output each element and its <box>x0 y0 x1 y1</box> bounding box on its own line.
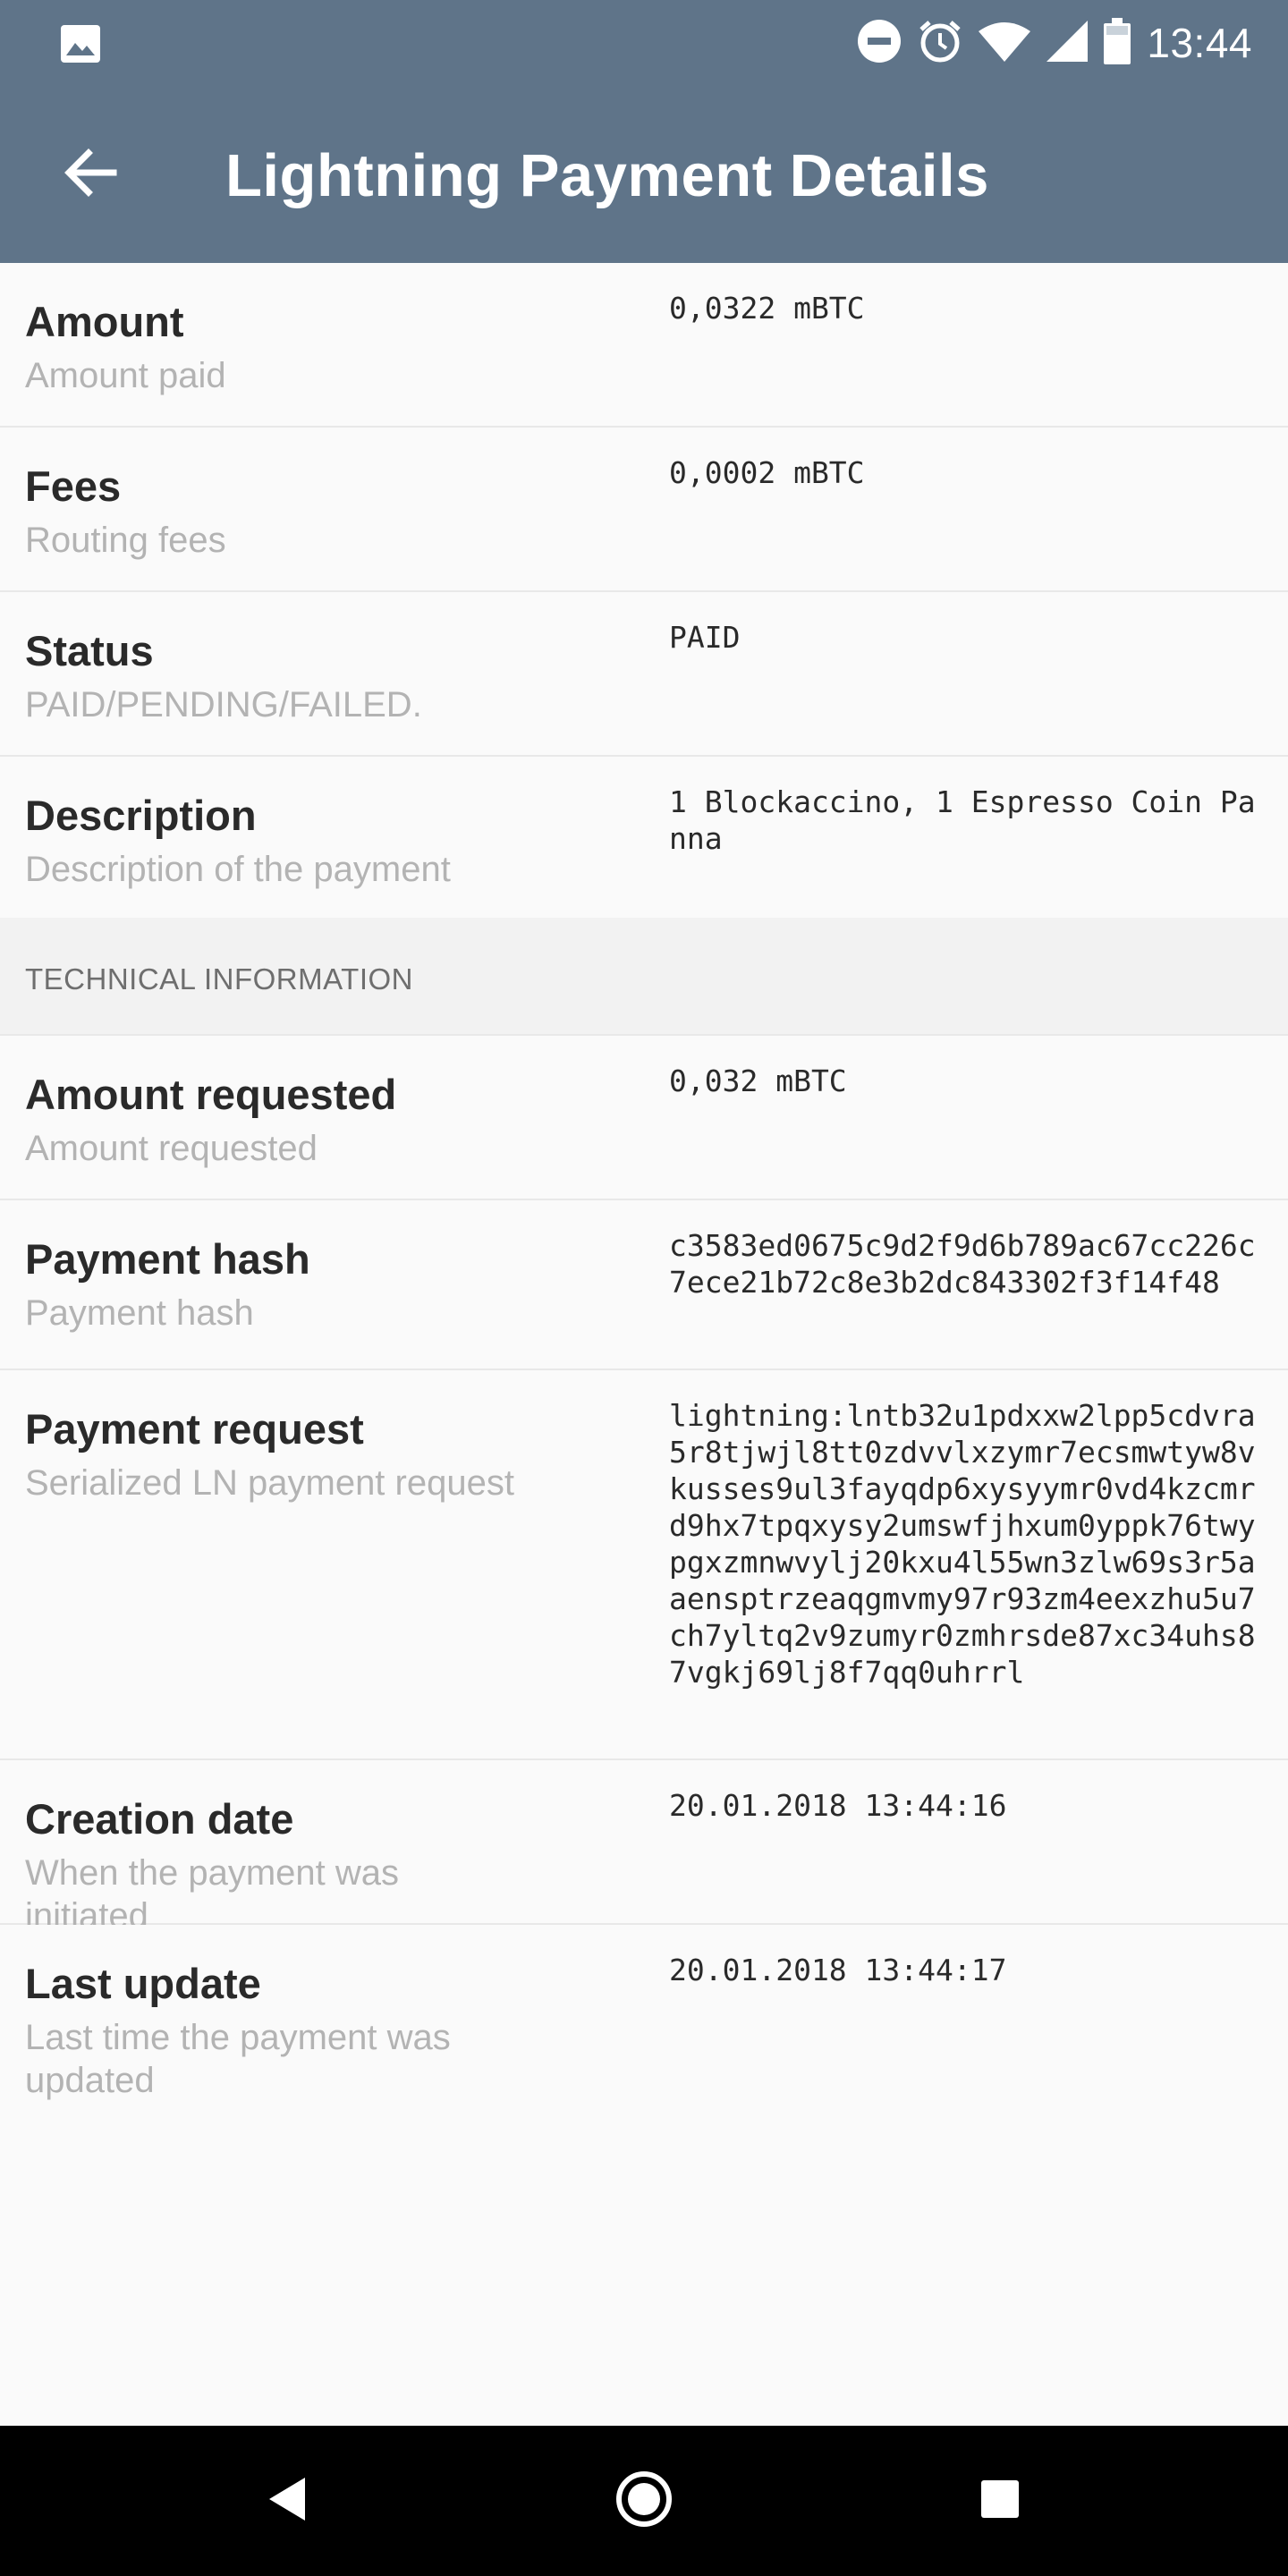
detail-row-payment-hash[interactable]: Payment hash Payment hash c3583ed0675c9d… <box>0 1200 1288 1370</box>
row-label: Amount <box>25 298 184 345</box>
row-value: 20.01.2018 13:44:17 <box>669 1953 1007 1987</box>
row-sublabel: Amount requested <box>25 1129 318 1168</box>
row-label: Payment hash <box>25 1235 310 1283</box>
row-value: 0,032 mBTC <box>669 1063 847 1098</box>
system-nav-bar <box>0 2426 1288 2576</box>
row-value: lightning:lntb32u1pdxxw2lpp5cdvra5r8tjwj… <box>669 1398 1256 1690</box>
detail-row-creation-date[interactable]: Creation date When the payment was initi… <box>0 1760 1288 1936</box>
row-label: Payment request <box>25 1405 364 1453</box>
row-label: Amount requested <box>25 1071 397 1118</box>
status-bar: 13:44 <box>0 0 1288 86</box>
arrow-back-icon <box>64 148 117 202</box>
signal-icon <box>1046 20 1089 66</box>
detail-row-last-update[interactable]: Last update Last time the payment was up… <box>0 1925 1288 2122</box>
nav-recents-icon <box>979 2479 1021 2524</box>
row-value: 20.01.2018 13:44:16 <box>669 1788 1007 1823</box>
app-bar: Lightning Payment Details <box>0 86 1288 263</box>
image-icon <box>59 23 102 64</box>
row-sublabel: Amount paid <box>25 356 226 395</box>
row-sublabel: Description of the payment <box>25 850 451 889</box>
battery-icon <box>1104 17 1131 69</box>
detail-row-description[interactable]: Description Description of the payment 1… <box>0 757 1288 918</box>
row-label: Last update <box>25 1960 261 2007</box>
wifi-icon <box>979 21 1031 66</box>
row-sublabel: Payment hash <box>25 1293 254 1333</box>
detail-row-amount[interactable]: Amount Amount paid 0,0322 mBTC <box>0 263 1288 428</box>
nav-home-icon <box>614 2470 674 2533</box>
nav-back-icon <box>266 2476 307 2527</box>
row-label: Status <box>25 627 154 674</box>
row-value: c3583ed0675c9d2f9d6b789ac67cc226c7ece21b… <box>669 1228 1256 1300</box>
row-value: 1 Blockaccino, 1 Espresso Coin Panna <box>669 784 1256 856</box>
detail-row-fees[interactable]: Fees Routing fees 0,0002 mBTC <box>0 428 1288 592</box>
row-value: PAID <box>669 620 741 655</box>
section-header-label: TECHNICAL INFORMATION <box>25 962 414 996</box>
row-label: Fees <box>25 462 122 510</box>
nav-recents-button[interactable] <box>964 2465 1036 2537</box>
row-sublabel: Routing fees <box>25 521 226 560</box>
clock-time: 13:44 <box>1147 20 1252 66</box>
nav-back-button[interactable] <box>250 2465 322 2537</box>
row-sublabel: Serialized LN payment request <box>25 1463 514 1503</box>
section-header-technical: TECHNICAL INFORMATION <box>0 918 1288 1036</box>
row-sublabel: Last time the payment was updated <box>25 2018 451 2100</box>
nav-home-button[interactable] <box>608 2465 680 2537</box>
row-value: 0,0002 mBTC <box>669 455 865 490</box>
row-value: 0,0322 mBTC <box>669 291 865 326</box>
detail-row-status[interactable]: Status PAID/PENDING/FAILED. PAID <box>0 592 1288 757</box>
payment-details-list: Amount Amount paid 0,0322 mBTC Fees Rout… <box>0 263 1288 2122</box>
detail-row-amount-requested[interactable]: Amount requested Amount requested 0,032 … <box>0 1036 1288 1200</box>
row-label: Description <box>25 792 257 839</box>
do-not-disturb-icon <box>857 19 902 68</box>
back-button[interactable] <box>52 136 129 213</box>
page-title: Lightning Payment Details <box>225 142 989 209</box>
detail-row-payment-request[interactable]: Payment request Serialized LN payment re… <box>0 1370 1288 1760</box>
row-sublabel: PAID/PENDING/FAILED. <box>25 685 422 724</box>
alarm-icon <box>918 19 962 68</box>
row-label: Creation date <box>25 1795 294 1843</box>
